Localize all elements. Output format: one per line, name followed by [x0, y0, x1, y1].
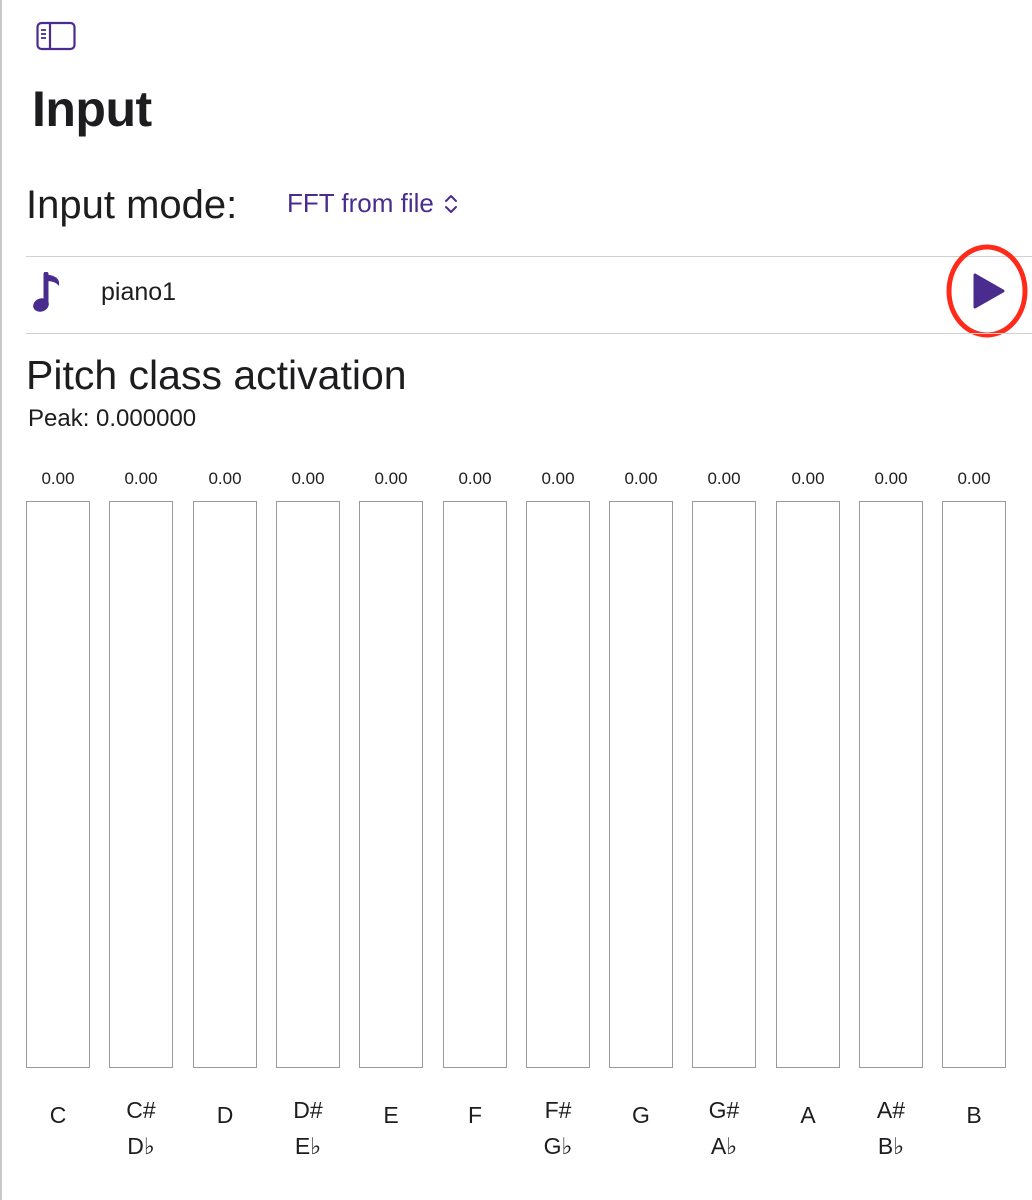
bar-value-label: 0.00 [791, 469, 825, 488]
note-label: G [608, 1098, 674, 1132]
note-label-line: D# [293, 1097, 323, 1123]
bar-value-label: 0.00 [291, 469, 325, 488]
note-label: F [442, 1098, 508, 1132]
note-label-line: F [467, 1102, 483, 1128]
play-button[interactable] [946, 242, 1028, 338]
note-label-line: G# [708, 1097, 740, 1123]
pitch-bar [776, 501, 840, 1068]
note-label-line: A [800, 1102, 816, 1128]
pitch-bar [859, 501, 923, 1068]
bar-value-label: 0.00 [458, 469, 492, 488]
pitch-bar [526, 501, 590, 1068]
note-label-line: G♭ [543, 1133, 573, 1159]
page-title: Input [32, 81, 152, 137]
note-label-line: B♭ [877, 1133, 905, 1159]
note-label: F# G♭ [525, 1092, 591, 1164]
note-label-line: F# [544, 1097, 572, 1123]
sidebar-toggle-icon [36, 21, 76, 51]
input-mode-label: Input mode: [26, 183, 238, 227]
pitch-class-title: Pitch class activation [26, 352, 407, 398]
note-label: E [358, 1098, 424, 1132]
note-label-line: A# [876, 1097, 906, 1123]
divider [26, 333, 1032, 334]
bar-value-label: 0.00 [707, 469, 741, 488]
note-label: B [941, 1098, 1007, 1132]
pitch-bar [359, 501, 423, 1068]
divider [26, 256, 1032, 257]
pitch-bar [26, 501, 90, 1068]
pitch-bar [942, 501, 1006, 1068]
sidebar-toggle-button[interactable] [36, 20, 76, 52]
note-label-line: E♭ [294, 1133, 322, 1159]
pitch-bar [109, 501, 173, 1068]
pitch-bar [193, 501, 257, 1068]
note-label: C [25, 1098, 91, 1132]
music-note-icon [33, 272, 59, 312]
bar-value-label: 0.00 [124, 469, 158, 488]
note-label-line: C# [126, 1097, 156, 1123]
note-label: G# A♭ [691, 1092, 757, 1164]
bar-value-label: 0.00 [374, 469, 408, 488]
peak-readout: Peak: 0.000000 [28, 405, 197, 432]
note-label-line: E [383, 1102, 399, 1128]
bar-value-label: 0.00 [874, 469, 908, 488]
window-edge [0, 0, 2, 1200]
file-row[interactable]: piano1 [26, 244, 1032, 338]
note-label: D# E♭ [275, 1092, 341, 1164]
chevron-up-down-icon [444, 194, 457, 213]
bar-value-label: 0.00 [208, 469, 242, 488]
note-label-line: D [216, 1102, 234, 1128]
note-label-line: G [632, 1102, 650, 1128]
note-label-line: D♭ [127, 1133, 155, 1159]
bar-value-label: 0.00 [624, 469, 658, 488]
note-label-line: A♭ [710, 1133, 738, 1159]
pitch-bar [443, 501, 507, 1068]
pitch-bar [692, 501, 756, 1068]
note-label-line: B [966, 1102, 982, 1128]
note-label: A# B♭ [858, 1092, 924, 1164]
note-label: C# D♭ [108, 1092, 174, 1164]
bar-value-label: 0.00 [541, 469, 575, 488]
note-label-line: C [49, 1102, 67, 1128]
input-mode-value: FFT from file [287, 188, 434, 218]
bar-value-label: 0.00 [41, 469, 75, 488]
pitch-bar [276, 501, 340, 1068]
bar-value-label: 0.00 [957, 469, 991, 488]
input-mode-select[interactable]: FFT from file [287, 188, 458, 219]
note-label: D [192, 1098, 258, 1132]
pitch-bar [609, 501, 673, 1068]
file-name: piano1 [101, 278, 177, 306]
note-label: A [775, 1098, 841, 1132]
play-icon [946, 244, 1028, 338]
